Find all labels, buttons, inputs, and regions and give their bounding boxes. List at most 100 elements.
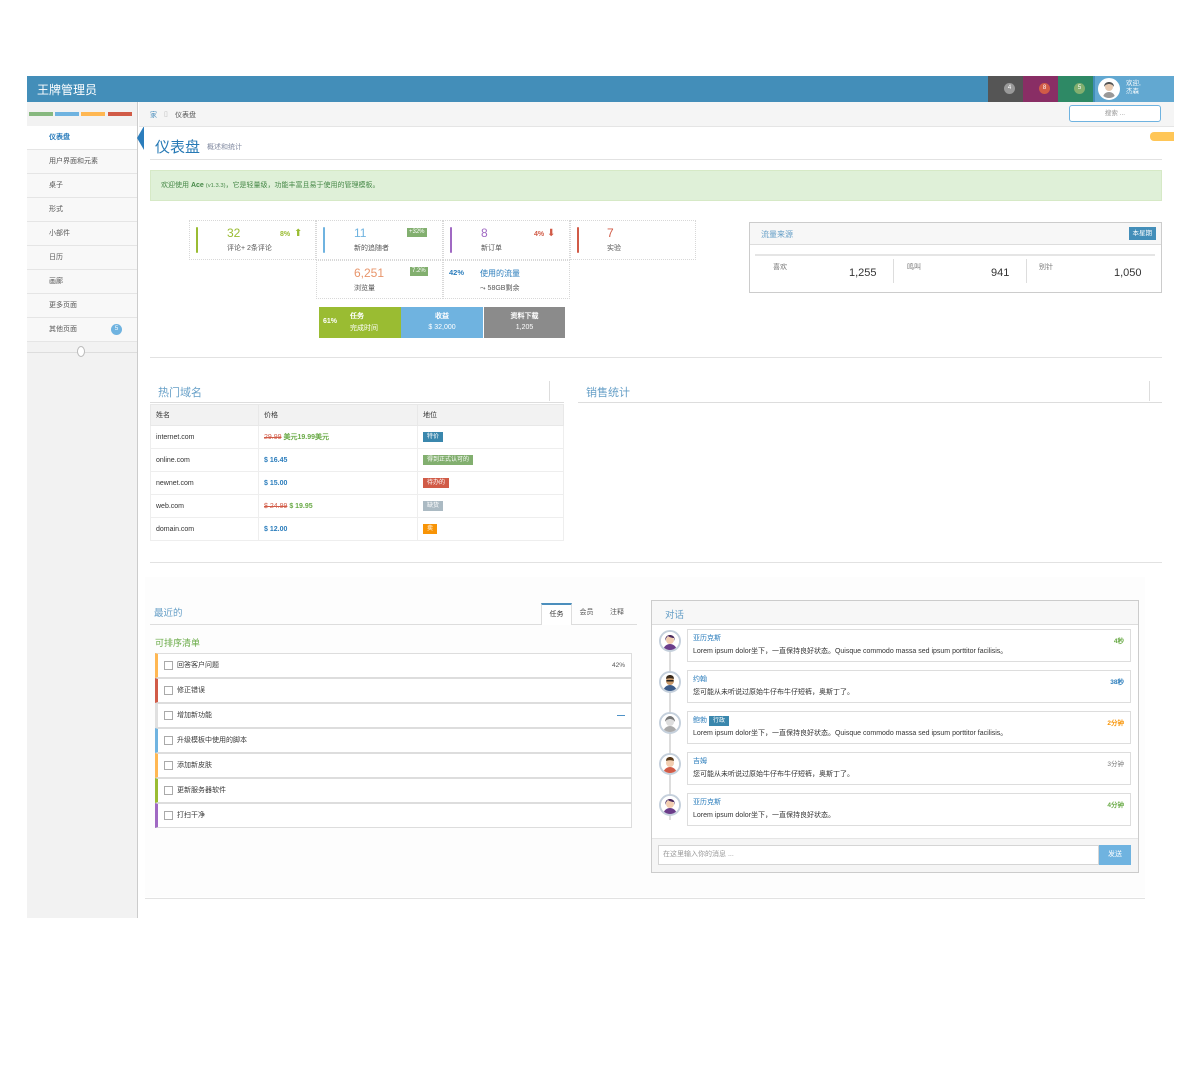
task-checkbox[interactable] — [164, 736, 173, 745]
breadcrumb: 家 ▯ 仪表盘 搜索 ... — [139, 102, 1174, 127]
task-checkbox[interactable] — [164, 711, 173, 720]
domain-name: web.com — [150, 494, 259, 518]
orders-label: 新订单 — [481, 245, 502, 252]
message-input[interactable]: 在这里输入你的消息 ... — [658, 845, 1099, 865]
message-text: Lorem ipsum dolor坐下，一直保持良好状态。Quisque com… — [693, 730, 1008, 737]
task-item[interactable]: 回答客户问题 42% — [155, 653, 632, 678]
sidebar-item-dashboard[interactable]: 仪表盘 — [27, 126, 144, 150]
status-badge: 特价 — [423, 432, 444, 442]
search-input[interactable]: 搜索 ... — [1069, 105, 1161, 122]
earnings-title: 收益 — [435, 313, 449, 320]
column-header-status[interactable]: 地位 — [417, 404, 564, 426]
notifications-badge: 8 — [1039, 83, 1050, 94]
notifications-nav-button[interactable]: 8 — [1023, 76, 1058, 102]
shortcut-warning-button[interactable] — [81, 112, 105, 116]
brand-title[interactable]: 王牌管理员 — [37, 81, 97, 98]
sortable-list-title: 可排序清单 — [155, 638, 201, 648]
tasks-sub: 完成时间 — [350, 325, 378, 332]
task-minus-icon[interactable]: — — [617, 704, 625, 727]
avatar — [659, 794, 681, 816]
task-checkbox[interactable] — [164, 686, 173, 695]
stat-box-tasks: 61% 任务 完成时间 — [319, 307, 401, 338]
sidebar-item-gallery[interactable]: 画廊 — [27, 270, 137, 294]
recent-title: 最近的 — [154, 608, 183, 619]
user-menu[interactable]: 欢迎, 杰森 — [1095, 76, 1174, 102]
shortcut-success-button[interactable] — [29, 112, 53, 116]
conversation-message: 亚历克斯 Lorem ipsum dolor坐下，一直保持良好状态。 4分钟 — [687, 793, 1131, 826]
sidebar-collapse-toggle[interactable] — [77, 346, 85, 357]
sidebar-item-widgets[interactable]: 小部件 — [27, 222, 137, 246]
other-pages-badge: 5 — [111, 324, 122, 335]
table-row: online.com $ 16.45 得到正式认可的 — [150, 448, 564, 472]
domain-price: $ 16.45 — [264, 456, 288, 464]
message-author[interactable]: 吉姆 — [693, 756, 707, 766]
week-badge[interactable]: 本星期 — [1128, 227, 1156, 240]
shortcut-danger-button[interactable] — [108, 112, 132, 116]
column-header-price[interactable]: 价格 — [258, 404, 418, 426]
status-badge: 得到正式认可的 — [423, 455, 474, 465]
infobox-traffic: 42% 使用的流量 ⤳ 58GB剩余 — [443, 260, 570, 299]
tab-tasks[interactable]: 任务 — [541, 603, 572, 625]
downloads-title: 资料下载 — [510, 313, 539, 320]
traffic-widget-title: 流量来源 — [761, 230, 793, 239]
task-checkbox[interactable] — [164, 661, 173, 670]
tweets-label: 鸣叫 — [907, 264, 921, 271]
pins-label: 别针 — [1039, 264, 1053, 271]
task-item[interactable]: 升级模板中使用的脚本 — [155, 728, 632, 753]
sidebar-item-other-pages[interactable]: 其他页面 5 — [27, 318, 137, 342]
tasks-badge: 4 — [1004, 83, 1015, 94]
message-author[interactable]: 亚历克斯 — [693, 797, 721, 807]
comments-label: 评论+ 2条评论 — [227, 245, 272, 252]
experiments-value: 7 — [607, 226, 614, 240]
column-header-name[interactable]: 姓名 — [150, 404, 259, 426]
settings-toggle-button[interactable] — [1150, 132, 1174, 141]
task-item[interactable]: 打扫干净 — [155, 803, 632, 828]
task-checkbox[interactable] — [164, 786, 173, 795]
domain-name: newnet.com — [150, 471, 259, 495]
messages-nav-button[interactable]: 5 — [1058, 76, 1093, 102]
page-subtitle: 概述和统计 — [207, 144, 242, 151]
old-price: 29.99 — [264, 434, 282, 441]
table-row: web.com $ 24.99 $ 19.95 缺货 — [150, 494, 564, 518]
downloads-sub: 1,205 — [515, 324, 534, 331]
avatar — [659, 712, 681, 734]
table-row: newnet.com $ 15.00 待办的 — [150, 471, 564, 495]
message-author[interactable]: 亚历克斯 — [693, 633, 721, 643]
domain-price: 美元19.99美元 — [283, 434, 330, 441]
likes-value: 1,255 — [849, 267, 877, 279]
message-author[interactable]: 鲍勃 — [693, 717, 707, 724]
task-item[interactable]: 更新服务器软件 — [155, 778, 632, 803]
sidebar-item-forms[interactable]: 形式 — [27, 198, 137, 222]
tab-comments[interactable]: 注释 — [602, 603, 632, 624]
sidebar-item-ui-elements[interactable]: 用户界面和元素 — [27, 150, 137, 174]
message-time: 3分钟 — [1107, 761, 1124, 768]
send-button[interactable]: 发送 — [1099, 845, 1131, 865]
task-progress: 42% — [611, 662, 625, 669]
message-author[interactable]: 约翰 — [693, 674, 707, 684]
conversation-title: 对话 — [665, 610, 685, 621]
sidebar-item-tables[interactable]: 桌子 — [27, 174, 137, 198]
tab-members[interactable]: 会员 — [572, 603, 601, 624]
sidebar-item-calendar[interactable]: 日历 — [27, 246, 137, 270]
sidebar-item-more-pages[interactable]: 更多页面 — [27, 294, 137, 318]
task-checkbox[interactable] — [164, 811, 173, 820]
message-text: Lorem ipsum dolor坐下，一直保持良好状态。Quisque com… — [693, 648, 1008, 655]
message-time: 4秒 — [1113, 638, 1124, 645]
sidebar: 仪表盘 用户界面和元素 桌子 形式 小部件 日历 画廊 更多页面 其他页面 5 — [27, 102, 144, 918]
domains-table: 姓名 价格 地位 internet.com 29.99 美元19.99美元 特价… — [150, 404, 564, 541]
page-title: 仪表盘 — [155, 139, 201, 156]
task-checkbox[interactable] — [164, 761, 173, 770]
admin-badge: 行政 — [708, 716, 729, 726]
task-item[interactable]: 修正错误 — [155, 678, 632, 703]
table-row: internet.com 29.99 美元19.99美元 特价 — [150, 425, 564, 449]
traffic-widget: 流量来源 本星期 喜欢 1,255 鸣叫 941 别针 1,050 — [749, 222, 1162, 293]
dash-icon: ⤳ — [480, 285, 488, 292]
breadcrumb-home[interactable]: 家 — [150, 110, 157, 120]
task-item[interactable]: 增加新功能 — — [155, 703, 632, 728]
task-item[interactable]: 添加新皮肤 — [155, 753, 632, 778]
infobox-experiments: 7 实验 — [570, 220, 696, 260]
shortcut-info-button[interactable] — [55, 112, 79, 116]
conversation-message: 吉姆 您可能从未听说过原始牛仔布牛仔短裤，奥斯丁了。 3分钟 — [687, 752, 1131, 785]
pins-value: 1,050 — [1114, 267, 1142, 279]
tasks-nav-button[interactable]: 4 — [988, 76, 1023, 102]
